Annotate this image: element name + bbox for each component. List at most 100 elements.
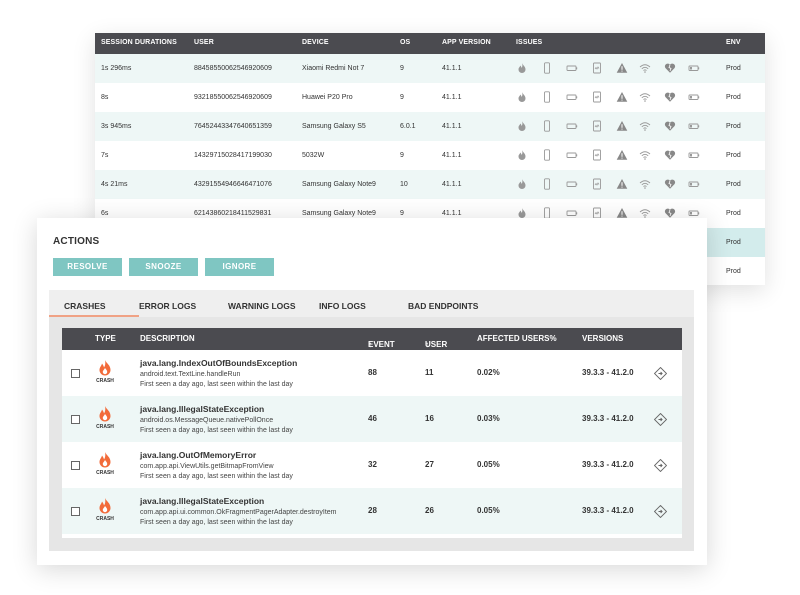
memory-card-icon[interactable] [591,149,603,161]
session-row[interactable]: 4s 21ms 43291554946646471076 Samsung Galax… [95,170,765,199]
crash-source: android.text.TextLine.handleRun [140,371,241,378]
battery-low-icon[interactable] [688,178,700,190]
crash-title[interactable]: java.lang.IllegalStateException [140,404,264,414]
warning-icon[interactable] [616,91,628,103]
fire-icon[interactable] [516,149,528,161]
diamond-arrow-icon[interactable] [653,412,668,427]
session-row[interactable]: 7s 14329715028417199030 5032W 9 41.1.1 Prod [95,141,765,170]
warning-icon[interactable] [616,62,628,74]
phone-icon[interactable] [541,120,553,132]
crash-seen: First seen a day ago, last seen within t… [140,473,293,480]
session-row[interactable]: 8s 93218550062546920609 Huawei P20 Pro 9 41.… [95,83,765,112]
header-issues[interactable]: ISSUES [516,39,542,46]
session-os: 9 [400,152,404,159]
crash-type-label: CRASH [96,424,114,430]
crash-versions: 39.3.3 - 41.2.0 [582,368,634,377]
session-version: 41.1.1 [442,181,462,188]
warning-icon[interactable] [616,120,628,132]
diamond-arrow-icon[interactable] [653,366,668,381]
tab-error-logs[interactable]: ERROR LOGS [139,301,196,311]
heart-broken-icon[interactable] [664,178,676,190]
warning-icon[interactable] [616,149,628,161]
header-app-version[interactable]: APP VERSION [442,39,491,46]
phone-icon[interactable] [541,149,553,161]
tab-bad-endpoints[interactable]: BAD ENDPOINTS [408,301,478,311]
fire-icon[interactable] [516,62,528,74]
wifi-icon[interactable] [639,62,651,74]
header-user[interactable]: USER [194,39,214,46]
crash-versions: 39.3.3 - 41.2.0 [582,506,634,515]
header-env[interactable]: ENV [726,39,741,46]
phone-icon[interactable] [541,178,553,190]
battery-icon[interactable] [566,178,578,190]
ignore-button[interactable]: IGNORE [205,258,274,276]
wifi-icon[interactable] [639,149,651,161]
tab-warning-logs[interactable]: WARNING LOGS [228,301,296,311]
header-affected-users[interactable]: AFFECTED USERS% [477,334,557,343]
header-session-durations[interactable]: SESSION DURATIONS [101,39,177,46]
memory-card-icon[interactable] [591,62,603,74]
wifi-icon[interactable] [639,178,651,190]
phone-icon[interactable] [541,62,553,74]
session-os: 6.0.1 [400,123,416,130]
row-checkbox[interactable] [71,461,80,470]
tab-info-logs[interactable]: INFO LOGS [319,301,366,311]
tab-crashes[interactable]: CRASHES [64,301,106,311]
crash-affected-users: 0.05% [477,460,500,469]
battery-icon[interactable] [566,149,578,161]
battery-icon[interactable] [566,120,578,132]
heart-broken-icon[interactable] [664,62,676,74]
session-row[interactable]: 3s 945ms 76452443347640651359 Samsung Gala… [95,112,765,141]
header-versions[interactable]: VERSIONS [582,334,623,343]
crash-user-count: 16 [425,414,434,423]
diamond-arrow-icon[interactable] [653,458,668,473]
row-checkbox[interactable] [71,507,80,516]
crashes-table: TYPE DESCRIPTION EVENT ↑ USER ↕ AFFECTED… [62,328,682,538]
resolve-button[interactable]: RESOLVE [53,258,122,276]
battery-low-icon[interactable] [688,62,700,74]
memory-card-icon[interactable] [591,178,603,190]
session-row[interactable]: 1s 296ms 88458550062546920609 Xiaomi Redmi… [95,54,765,83]
crash-row[interactable]: CRASH java.lang.IllegalStateException com.… [62,488,682,534]
memory-card-icon[interactable] [591,91,603,103]
wifi-icon[interactable] [639,91,651,103]
crash-content-area: CRASHES ERROR LOGS WARNING LOGS INFO LOG… [49,290,694,551]
fire-icon[interactable] [516,178,528,190]
crash-affected-users: 0.03% [477,414,500,423]
memory-card-icon[interactable] [591,120,603,132]
wifi-icon[interactable] [639,120,651,132]
snooze-button[interactable]: SNOOZE [129,258,198,276]
row-checkbox[interactable] [71,369,80,378]
crash-title[interactable]: java.lang.IndexOutOfBoundsException [140,358,297,368]
row-checkbox[interactable] [71,415,80,424]
fire-icon [93,359,117,377]
fire-icon[interactable] [516,120,528,132]
warning-icon[interactable] [616,178,628,190]
crash-title[interactable]: java.lang.IllegalStateException [140,496,264,506]
header-type[interactable]: TYPE [95,334,116,343]
crash-seen: First seen a day ago, last seen within t… [140,381,293,388]
crash-affected-users: 0.02% [477,368,500,377]
battery-icon[interactable] [566,91,578,103]
phone-icon[interactable] [541,91,553,103]
session-env: Prod [726,65,741,72]
battery-low-icon[interactable] [688,91,700,103]
heart-broken-icon[interactable] [664,149,676,161]
header-device[interactable]: DEVICE [302,39,329,46]
battery-icon[interactable] [566,62,578,74]
header-os[interactable]: OS [400,39,410,46]
diamond-arrow-icon[interactable] [653,504,668,519]
crash-event-count: 32 [368,460,377,469]
crash-title[interactable]: java.lang.OutOfMemoryError [140,450,256,460]
heart-broken-icon[interactable] [664,91,676,103]
session-user: 14329715028417199030 [194,152,272,159]
battery-low-icon[interactable] [688,149,700,161]
battery-low-icon[interactable] [688,120,700,132]
heart-broken-icon[interactable] [664,120,676,132]
header-description[interactable]: DESCRIPTION [140,334,195,343]
crash-row[interactable]: CRASH java.lang.IndexOutOfBoundsException… [62,350,682,396]
fire-icon[interactable] [516,91,528,103]
crash-row[interactable]: CRASH java.lang.IllegalStateException andr… [62,396,682,442]
crash-row[interactable]: CRASH java.lang.OutOfMemoryError com.app.a… [62,442,682,488]
session-duration: 3s 945ms [101,123,132,130]
